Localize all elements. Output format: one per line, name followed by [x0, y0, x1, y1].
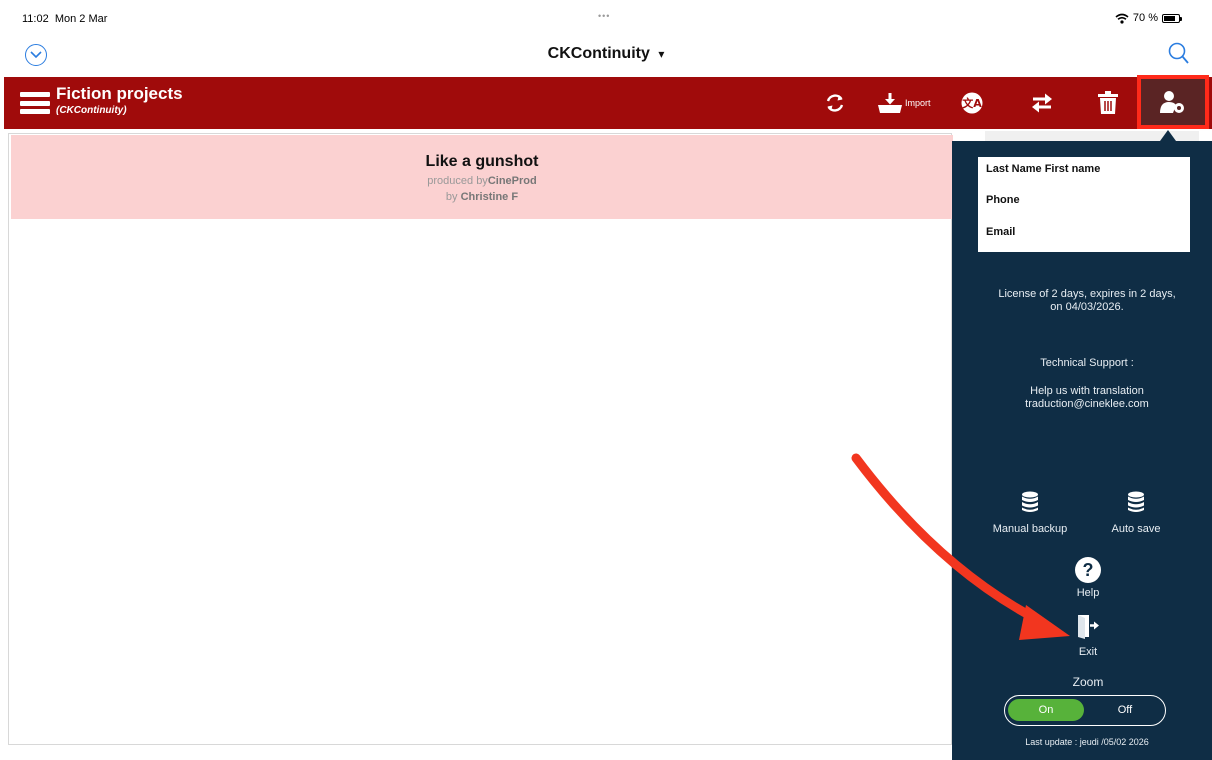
help-label: Help — [1076, 587, 1100, 599]
translation-line-1: Help us with translation — [1030, 385, 1144, 397]
question-circle-icon: ? — [1075, 557, 1101, 583]
user-phone: Phone — [986, 194, 1020, 206]
hamburger-menu-icon[interactable] — [20, 92, 50, 114]
auto-save-button[interactable]: Auto save — [1086, 491, 1186, 535]
user-settings-button[interactable] — [1137, 75, 1209, 129]
language-icon[interactable]: 文A — [960, 90, 984, 116]
svg-text:文A: 文A — [962, 96, 982, 110]
import-button[interactable]: Import — [877, 90, 931, 116]
manual-backup-label: Manual backup — [992, 523, 1068, 535]
user-email: Email — [986, 226, 1016, 238]
status-right: 70 % — [1115, 12, 1182, 24]
app-title-text: CKContinuity — [547, 45, 650, 62]
multitasking-dots[interactable]: ••• — [598, 11, 610, 21]
sync-icon[interactable] — [824, 90, 846, 116]
status-time-date: 11:02 Mon 2 Mar — [22, 13, 107, 25]
import-tray-icon — [878, 93, 902, 113]
produced-by-label: produced by — [427, 175, 488, 187]
trash-icon[interactable] — [1097, 90, 1119, 116]
zoom-on-option[interactable]: On — [1008, 699, 1084, 721]
project-producer: CineProd — [487, 175, 537, 187]
exit-label: Exit — [1078, 646, 1098, 658]
project-author-line: by Christine F — [11, 191, 953, 203]
status-bar: 11:02 Mon 2 Mar ••• 70 % — [0, 0, 1212, 36]
license-line-1: License of 2 days, expires in 2 days, — [998, 288, 1176, 300]
last-update-text: Last update : jeudi /05/02 2026 — [1025, 737, 1149, 747]
screen: 11:02 Mon 2 Mar ••• 70 % CKContinuity ▾ — [0, 0, 1212, 760]
help-button[interactable]: ? Help — [1038, 557, 1138, 599]
exit-button[interactable]: Exit — [1038, 613, 1138, 658]
battery-icon — [1162, 13, 1182, 23]
search-icon[interactable] — [1168, 42, 1190, 71]
manual-backup-button[interactable]: Manual backup — [980, 491, 1080, 535]
technical-support-label: Technical Support : — [1040, 357, 1134, 369]
wifi-icon — [1115, 13, 1129, 24]
project-list: Like a gunshot produced byCineProd by Ch… — [8, 133, 953, 745]
zoom-off-option[interactable]: Off — [1089, 699, 1161, 721]
user-card[interactable]: Last Name First name Phone Email — [978, 157, 1190, 252]
license-info: License of 2 days, expires in 2 days, on… — [972, 288, 1202, 314]
toolbar: Fiction projects (CKContinuity) Import 文… — [4, 75, 1212, 129]
status-date: Mon 2 Mar — [54, 13, 108, 25]
toolbar-title: Fiction projects — [56, 84, 183, 103]
translation-info[interactable]: Help us with translation traduction@cine… — [972, 385, 1202, 411]
by-label: by — [445, 191, 461, 203]
database-icon — [1128, 491, 1144, 512]
license-line-2: on 04/03/2026. — [1050, 301, 1124, 313]
zoom-label: Zoom — [1072, 675, 1104, 689]
project-title: Like a gunshot — [425, 153, 539, 170]
user-settings-icon — [1160, 91, 1184, 113]
nav-bar: CKContinuity ▾ — [0, 36, 1212, 76]
user-name: Last Name First name — [986, 163, 1101, 175]
import-label: Import — [905, 98, 931, 108]
status-time: 11:02 — [22, 13, 49, 25]
translation-email[interactable]: traduction@cineklee.com — [972, 398, 1202, 411]
database-icon — [1022, 491, 1038, 512]
auto-save-label: Auto save — [1111, 523, 1161, 535]
transfer-arrows-icon[interactable] — [1030, 90, 1054, 116]
project-row[interactable]: Like a gunshot produced byCineProd by Ch… — [11, 135, 953, 219]
project-author: Christine F — [460, 191, 519, 203]
project-producer-line: produced byCineProd — [11, 175, 953, 187]
battery-percent: 70 % — [1132, 12, 1158, 24]
exit-door-icon — [1078, 615, 1099, 639]
app-title-caret: ▾ — [658, 47, 665, 61]
panel-pointer — [1160, 130, 1176, 141]
settings-panel: Last Name First name Phone Email License… — [952, 141, 1212, 760]
app-title[interactable]: CKContinuity ▾ — [0, 45, 1212, 63]
toolbar-subtitle: (CKContinuity) — [56, 105, 127, 116]
zoom-toggle[interactable]: On Off — [1004, 695, 1166, 726]
